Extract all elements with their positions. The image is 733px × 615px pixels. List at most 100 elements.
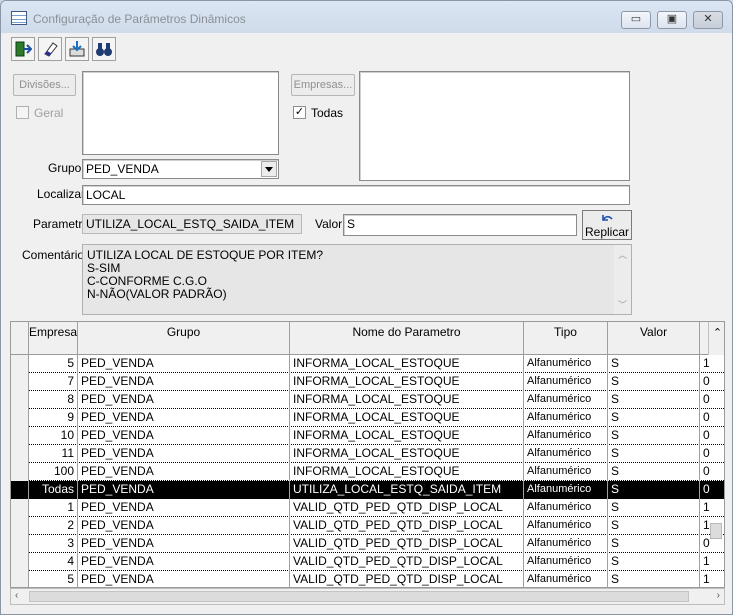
cell-extra[interactable]: 0 [700,463,724,481]
row-indicator[interactable] [11,427,29,445]
maximize-button[interactable]: ▣ [657,11,687,29]
row-indicator[interactable] [11,553,29,571]
column-header-grupo[interactable]: Grupo [78,322,290,355]
cell-empresa[interactable]: 8 [29,391,78,409]
minimize-button[interactable]: ▭ [621,11,651,29]
cell-grupo[interactable]: PED_VENDA [78,355,290,373]
table-row[interactable]: 11 PED_VENDA INFORMA_LOCAL_ESTOQUE Alfanumé… [11,445,724,463]
cell-nome[interactable]: INFORMA_LOCAL_ESTOQUE [290,409,524,427]
cell-tipo[interactable]: Alfanumérico [524,481,608,499]
cell-valor[interactable]: S [608,355,700,373]
cell-empresa[interactable]: 7 [29,373,78,391]
grupo-select[interactable]: PED_VENDA [82,159,279,179]
dropdown-button[interactable] [261,161,277,177]
cell-extra[interactable]: 0 [700,373,724,391]
scroll-up-button[interactable]: ⌃ [708,322,724,355]
cell-grupo[interactable]: PED_VENDA [78,445,290,463]
cell-nome[interactable]: UTILIZA_LOCAL_ESTQ_SAIDA_ITEM [290,481,524,499]
cell-tipo[interactable]: Alfanumérico [524,553,608,571]
table-row[interactable]: 2 PED_VENDA VALID_QTD_PED_QTD_DISP_LOCAL Al… [11,517,724,535]
row-indicator[interactable] [11,499,29,517]
cell-nome[interactable]: INFORMA_LOCAL_ESTOQUE [290,427,524,445]
close-button[interactable]: ✕ [693,11,723,29]
cell-tipo[interactable]: Alfanumérico [524,445,608,463]
cell-nome[interactable]: VALID_QTD_PED_QTD_DISP_LOCAL [290,535,524,553]
cell-tipo[interactable]: Alfanumérico [524,391,608,409]
cell-extra[interactable]: 0 [700,391,724,409]
cell-valor[interactable]: S [608,409,700,427]
cell-empresa[interactable]: 100 [29,463,78,481]
chevron-down-icon[interactable]: ﹀ [614,298,631,311]
empresas-list[interactable] [359,71,630,181]
divisoes-button[interactable]: Divisões... [13,74,76,96]
cell-empresa[interactable]: 9 [29,409,78,427]
divisoes-list[interactable] [82,71,279,155]
cell-grupo[interactable]: PED_VENDA [78,409,290,427]
cell-empresa[interactable]: Todas [29,481,78,499]
cell-tipo[interactable]: Alfanumérico [524,355,608,373]
row-indicator[interactable] [11,355,29,373]
cell-empresa[interactable]: 10 [29,427,78,445]
search-button[interactable] [92,37,116,61]
cell-grupo[interactable]: PED_VENDA [78,499,290,517]
horizontal-scroll-thumb[interactable] [29,591,689,602]
localizar-input[interactable]: LOCAL [82,185,630,205]
vertical-scroll-thumb[interactable] [710,523,722,539]
cell-valor[interactable]: S [608,481,700,499]
cell-tipo[interactable]: Alfanumérico [524,463,608,481]
cell-extra[interactable]: 0 [700,481,724,499]
cell-empresa[interactable]: 5 [29,355,78,373]
column-header-nome[interactable]: Nome do Parametro [290,322,524,355]
column-header-valor[interactable]: Valor [608,322,700,355]
cell-tipo[interactable]: Alfanumérico [524,427,608,445]
cell-extra[interactable]: 1 [700,499,724,517]
table-row[interactable]: 100 PED_VENDA INFORMA_LOCAL_ESTOQUE Alfanum… [11,463,724,481]
cell-tipo[interactable]: Alfanumérico [524,571,608,587]
cell-extra[interactable]: 0 [700,427,724,445]
cell-nome[interactable]: INFORMA_LOCAL_ESTOQUE [290,373,524,391]
cell-valor[interactable]: S [608,445,700,463]
row-indicator[interactable] [11,373,29,391]
cell-nome[interactable]: INFORMA_LOCAL_ESTOQUE [290,445,524,463]
cell-tipo[interactable]: Alfanumérico [524,373,608,391]
cell-nome[interactable]: VALID_QTD_PED_QTD_DISP_LOCAL [290,517,524,535]
cell-empresa[interactable]: 4 [29,553,78,571]
cell-empresa[interactable]: 2 [29,517,78,535]
cell-grupo[interactable]: PED_VENDA [78,553,290,571]
column-header-tipo[interactable]: Tipo [524,322,608,355]
cell-tipo[interactable]: Alfanumérico [524,409,608,427]
cell-valor[interactable]: S [608,391,700,409]
cell-valor[interactable]: S [608,427,700,445]
parameters-table[interactable]: Empresa Grupo Nome do Parametro Tipo Val… [10,321,725,588]
table-row[interactable]: 4 PED_VENDA VALID_QTD_PED_QTD_DISP_LOCAL Al… [11,553,724,571]
cell-empresa[interactable]: 1 [29,499,78,517]
cell-valor[interactable]: S [608,499,700,517]
chevron-up-icon[interactable]: ︿ [614,248,631,261]
row-indicator[interactable] [11,517,29,535]
table-row[interactable]: 3 PED_VENDA VALID_QTD_PED_QTD_DISP_LOCAL Al… [11,535,724,553]
cell-nome[interactable]: VALID_QTD_PED_QTD_DISP_LOCAL [290,553,524,571]
cell-nome[interactable]: INFORMA_LOCAL_ESTOQUE [290,355,524,373]
cell-valor[interactable]: S [608,553,700,571]
row-indicator[interactable] [11,535,29,553]
cell-valor[interactable]: S [608,373,700,391]
exit-button[interactable] [11,37,35,61]
table-row[interactable]: 10 PED_VENDA INFORMA_LOCAL_ESTOQUE Alfanumé… [11,427,724,445]
row-indicator[interactable] [11,391,29,409]
cell-tipo[interactable]: Alfanumérico [524,535,608,553]
empresas-button[interactable]: Empresas... [291,74,355,96]
cell-extra[interactable]: 1 [700,553,724,571]
cell-empresa[interactable]: 5 [29,571,78,587]
todas-checkbox[interactable]: ✓ [293,106,306,119]
row-indicator[interactable] [11,571,29,587]
cell-grupo[interactable]: PED_VENDA [78,571,290,587]
scroll-left-icon[interactable]: ‹ [15,590,18,601]
cell-valor[interactable]: S [608,535,700,553]
row-indicator[interactable] [11,445,29,463]
cell-extra[interactable]: 1 [700,355,724,373]
cell-grupo[interactable]: PED_VENDA [78,427,290,445]
geral-checkbox[interactable] [16,106,29,119]
cell-grupo[interactable]: PED_VENDA [78,481,290,499]
cell-valor[interactable]: S [608,571,700,587]
clear-button[interactable] [38,37,62,61]
